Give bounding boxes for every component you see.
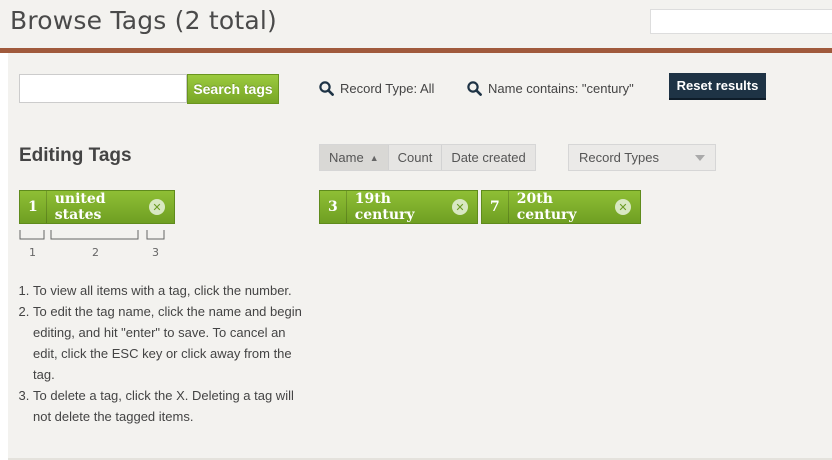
site-search-input[interactable]	[650, 9, 832, 34]
close-circle-icon[interactable]: ✕	[452, 199, 468, 215]
tag-search-input[interactable]	[19, 74, 187, 103]
search-icon	[319, 80, 334, 96]
header: Browse Tags (2 total)	[0, 0, 832, 48]
filter-record-type-label: Record Type: All	[340, 80, 435, 96]
search-tags-button[interactable]: Search tags	[187, 74, 279, 104]
tag-name-editable[interactable]: 19th century	[347, 191, 452, 223]
chevron-down-icon	[695, 154, 705, 161]
sort-by-count[interactable]: Count	[389, 145, 443, 170]
guide-label-delete: 3	[152, 246, 159, 259]
sort-up-icon: ▲	[369, 152, 379, 163]
editing-tags-title: Editing Tags	[19, 145, 132, 166]
filter-name-contains[interactable]: Name contains: "century"	[467, 79, 634, 97]
record-types-select[interactable]: Record Types	[568, 144, 716, 171]
tag-count-link[interactable]: 7	[482, 191, 509, 223]
example-tag-count: 1	[20, 191, 47, 223]
close-circle-icon: ✕	[149, 199, 165, 215]
guide-label-name: 2	[92, 246, 99, 259]
sort-name-label: Name	[329, 150, 364, 165]
instruction-item: To delete a tag, click the X. Deleting a…	[33, 385, 304, 427]
tag-name-editable[interactable]: 20th century	[509, 191, 615, 223]
sort-bar: Name ▲ Count Date created	[319, 144, 536, 171]
tag-item: 3 19th century ✕	[319, 190, 478, 224]
search-icon	[467, 80, 482, 96]
example-tag: 1 united states ✕	[19, 190, 175, 224]
instructions: To view all items with a tag, click the …	[19, 280, 304, 427]
example-tag-name: united states	[54, 191, 106, 223]
reset-results-button[interactable]: Reset results	[669, 73, 766, 100]
filter-record-type[interactable]: Record Type: All	[319, 79, 434, 97]
page-title: Browse Tags (2 total)	[10, 6, 277, 35]
filter-name-contains-label: Name contains: "century"	[488, 80, 634, 96]
record-types-label: Record Types	[579, 150, 659, 165]
sort-by-date-created[interactable]: Date created	[442, 145, 534, 170]
instruction-item: To edit the tag name, click the name and…	[33, 301, 304, 385]
instruction-item: To view all items with a tag, click the …	[33, 280, 304, 301]
tag-item: 7 20th century ✕	[481, 190, 641, 224]
sort-by-name[interactable]: Name ▲	[320, 145, 389, 170]
tag-count-link[interactable]: 3	[320, 191, 347, 223]
close-circle-icon[interactable]: ✕	[615, 199, 631, 215]
guide-label-count: 1	[29, 246, 36, 259]
